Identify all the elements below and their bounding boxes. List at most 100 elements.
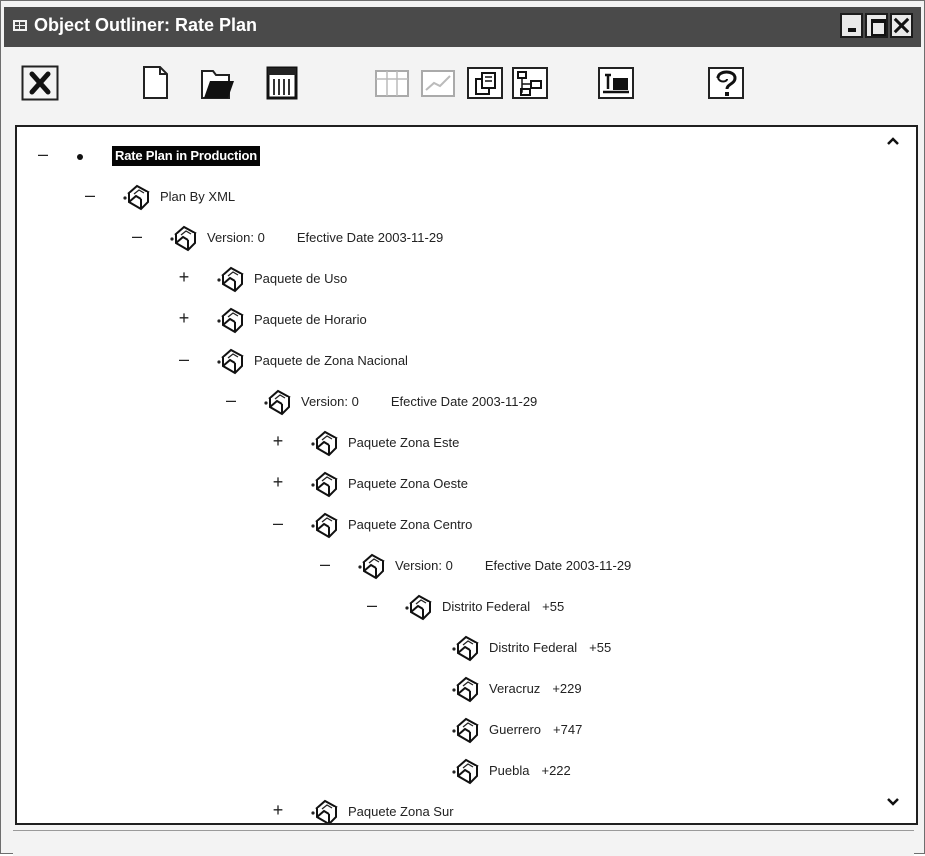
- node-name: Distrito Federal: [489, 640, 578, 655]
- effective-date: Efective Date 2003-11-29: [484, 558, 632, 573]
- toolbar: [1, 51, 925, 109]
- hierarchy-button[interactable]: [511, 65, 549, 101]
- dial-code: +747: [553, 722, 583, 737]
- detail-pane: [13, 830, 914, 856]
- expand-toggle[interactable]: +: [176, 268, 192, 286]
- tree-node-label[interactable]: Rate Plan in Production: [112, 146, 261, 166]
- node-name: Rate Plan in Production: [115, 148, 258, 163]
- node-name: Paquete Zona Oeste: [348, 476, 468, 491]
- package-node-icon: [308, 510, 342, 540]
- tree-node-label[interactable]: Version: 0 Efective Date 2003-11-29: [207, 230, 443, 245]
- package-node-icon: [167, 223, 201, 253]
- hierarchy-icon: [512, 67, 548, 99]
- tree-node-label[interactable]: Paquete Zona Oeste: [348, 476, 468, 491]
- node-name: Veracruz: [489, 681, 541, 696]
- object-outliner-window: Object Outliner: Rate Plan – Rate Plan i…: [0, 0, 925, 856]
- open-folder-icon: [201, 70, 234, 99]
- tree-node-label[interactable]: Paquete Zona Este: [348, 435, 459, 450]
- effective-date: Efective Date 2003-11-29: [390, 394, 538, 409]
- dial-code: +229: [552, 681, 582, 696]
- collapse-toggle[interactable]: –: [364, 596, 380, 614]
- package-node-icon: [214, 305, 248, 335]
- open-folder-button[interactable]: [198, 65, 236, 101]
- tree-node-label[interactable]: Guerrero +747: [489, 722, 582, 737]
- new-document-button[interactable]: [135, 65, 173, 101]
- tree-node-label[interactable]: Puebla +222: [489, 763, 571, 778]
- collapse-toggle[interactable]: –: [223, 391, 239, 409]
- copy-documents-icon: [467, 67, 503, 99]
- node-name: Puebla: [489, 763, 530, 778]
- node-name: Paquete de Uso: [254, 271, 348, 286]
- tree-node-label[interactable]: Paquete Zona Centro: [348, 517, 472, 532]
- collapse-toggle[interactable]: –: [82, 186, 98, 204]
- close-button[interactable]: [890, 13, 913, 38]
- tree-node-label[interactable]: Paquete de Uso: [254, 271, 347, 286]
- package-node-icon: [308, 469, 342, 499]
- help-button[interactable]: [707, 65, 745, 101]
- package-node-icon: [261, 387, 295, 417]
- collapse-toggle[interactable]: –: [129, 227, 145, 245]
- bullet-icon: [70, 141, 104, 171]
- node-name: Paquete de Zona Nacional: [254, 353, 408, 368]
- expand-toggle[interactable]: +: [270, 473, 286, 491]
- new-document-icon: [143, 66, 168, 99]
- dial-code: +55: [589, 640, 612, 655]
- expand-toggle[interactable]: +: [270, 432, 286, 450]
- dial-code: +55: [542, 599, 565, 614]
- copy-documents-button[interactable]: [466, 65, 504, 101]
- package-node-icon: [355, 551, 389, 581]
- module-properties-icon: [598, 67, 634, 99]
- tree-node-label[interactable]: Version: 0 Efective Date 2003-11-29: [395, 558, 631, 573]
- title-bar[interactable]: Object Outliner: Rate Plan: [4, 7, 921, 47]
- delete-button[interactable]: [21, 65, 59, 101]
- layout-grid-icon: [375, 70, 409, 97]
- package-node-icon: [308, 428, 342, 458]
- tree-node-label[interactable]: Paquete Zona Sur: [348, 804, 454, 819]
- tree-node-label[interactable]: Paquete de Horario: [254, 312, 367, 327]
- package-node-icon: [214, 264, 248, 294]
- effective-date: Efective Date 2003-11-29: [296, 230, 444, 245]
- calendar-grid-button[interactable]: [263, 65, 301, 101]
- package-node-icon: [214, 346, 248, 376]
- package-node-icon: [402, 592, 436, 622]
- help-icon: [708, 67, 744, 99]
- package-node-icon: [449, 715, 483, 745]
- expand-toggle[interactable]: +: [270, 801, 286, 819]
- dial-code: +222: [541, 763, 571, 778]
- chart-line-icon: [421, 70, 455, 97]
- node-name: Paquete Zona Este: [348, 435, 460, 450]
- collapse-toggle[interactable]: –: [270, 514, 286, 532]
- collapse-toggle[interactable]: –: [317, 555, 333, 573]
- chart-line-button[interactable]: [419, 65, 457, 101]
- scroll-up-icon[interactable]: [884, 133, 902, 149]
- node-name: Guerrero: [489, 722, 542, 737]
- maximize-button[interactable]: [865, 13, 888, 38]
- node-name: Version: 0: [395, 558, 453, 573]
- tree-node-label[interactable]: Paquete de Zona Nacional: [254, 353, 408, 368]
- node-name: Version: 0: [301, 394, 359, 409]
- calendar-grid-icon: [266, 66, 298, 100]
- layout-grid-button[interactable]: [373, 65, 411, 101]
- window-title: Object Outliner: Rate Plan: [34, 15, 258, 35]
- tree-node-label[interactable]: Version: 0 Efective Date 2003-11-29: [301, 394, 537, 409]
- collapse-toggle[interactable]: –: [176, 350, 192, 368]
- collapse-toggle[interactable]: –: [35, 145, 51, 163]
- node-name: Paquete de Horario: [254, 312, 367, 327]
- module-properties-button[interactable]: [597, 65, 635, 101]
- node-name: Paquete Zona Sur: [348, 804, 454, 819]
- node-name: Version: 0: [207, 230, 265, 245]
- package-node-icon: [449, 674, 483, 704]
- node-name: Paquete Zona Centro: [348, 517, 473, 532]
- outline-grid-icon: [13, 20, 27, 31]
- tree-node-label[interactable]: Distrito Federal +55: [442, 599, 564, 614]
- delete-icon: [21, 65, 59, 101]
- package-node-icon: [449, 756, 483, 786]
- minimize-button[interactable]: [840, 13, 863, 38]
- expand-toggle[interactable]: +: [176, 309, 192, 327]
- outline-tree[interactable]: – Rate Plan in Production – Plan By XML – Ver…: [15, 125, 918, 825]
- tree-node-label[interactable]: Veracruz +229: [489, 681, 582, 696]
- scroll-down-icon[interactable]: [884, 793, 902, 809]
- tree-node-label[interactable]: Distrito Federal +55: [489, 640, 611, 655]
- node-name: Distrito Federal: [442, 599, 531, 614]
- tree-node-label[interactable]: Plan By XML: [160, 189, 235, 204]
